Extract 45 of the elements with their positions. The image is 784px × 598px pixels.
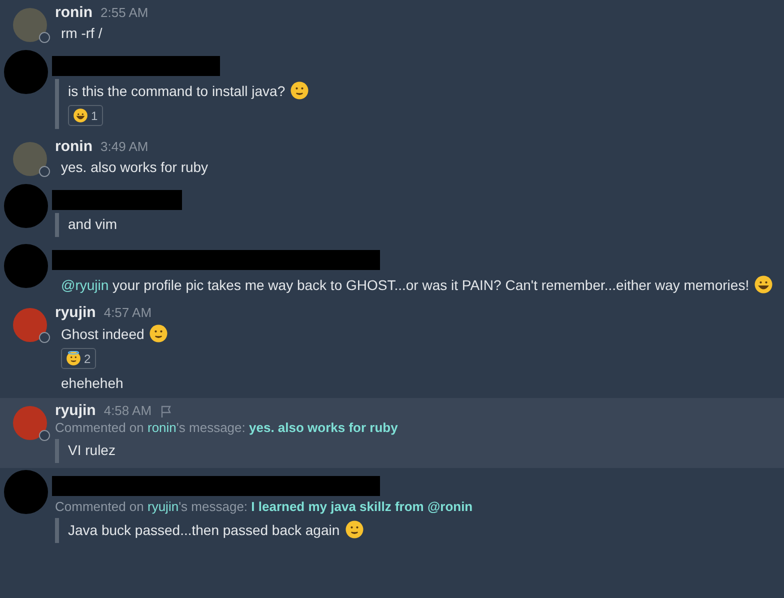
redacted-avatar bbox=[4, 244, 48, 288]
timestamp: 4:58 AM bbox=[104, 403, 152, 418]
message-text: VI rulez bbox=[68, 442, 116, 458]
smile-emoji-icon bbox=[149, 324, 168, 343]
message-text: eheheheh bbox=[61, 375, 124, 391]
reaction-button[interactable]: 1 bbox=[68, 105, 103, 126]
comment-line: Commented on ryujin's message: I learned my java skillz from @ronin bbox=[55, 499, 474, 514]
message-text: @ryujin your profile pic takes me way back to GHOST...or was it PAIN? Can't remember...either way memories! bbox=[61, 277, 750, 293]
timestamp: 4:57 AM bbox=[104, 305, 152, 320]
status-ring-icon bbox=[38, 430, 50, 441]
author-name[interactable]: ryujin bbox=[55, 304, 96, 321]
message-link[interactable]: I learned my java skillz from @ronin bbox=[251, 499, 473, 514]
smile-emoji-icon bbox=[290, 81, 310, 100]
message-text: is this the command to install java? bbox=[68, 83, 286, 99]
message-text: Java buck passed...then passed back again bbox=[68, 522, 340, 538]
smile-emoji-icon bbox=[344, 520, 364, 539]
user-link[interactable]: ryujin bbox=[148, 499, 179, 514]
status-ring-icon bbox=[38, 32, 50, 43]
timestamp: 2:55 AM bbox=[100, 5, 148, 20]
reaction-button[interactable]: 2 bbox=[61, 348, 96, 369]
status-ring-icon bbox=[38, 332, 50, 343]
mention-link[interactable]: @ryujin bbox=[61, 277, 109, 293]
grin-emoji-icon bbox=[754, 275, 774, 294]
timestamp: 3:49 AM bbox=[100, 139, 148, 154]
user-link[interactable]: ronin bbox=[148, 420, 176, 435]
message-text: rm -rf / bbox=[61, 25, 102, 41]
status-ring-icon bbox=[38, 166, 50, 177]
message-text: yes. also works for ruby bbox=[61, 159, 208, 175]
halo-emoji-icon bbox=[66, 351, 81, 366]
redacted-avatar bbox=[4, 184, 48, 228]
message-text: and vim bbox=[68, 216, 118, 232]
avatar[interactable] bbox=[12, 308, 46, 342]
message-link[interactable]: yes. also works for ruby bbox=[249, 420, 398, 435]
avatar[interactable] bbox=[12, 406, 46, 440]
author-name[interactable]: ryujin bbox=[55, 402, 96, 419]
comment-line: Commented on ronin's message: yes. also works for ruby bbox=[55, 420, 399, 435]
avatar[interactable] bbox=[12, 142, 46, 176]
laugh-emoji-icon bbox=[73, 108, 88, 123]
message-text: Ghost indeed bbox=[61, 326, 144, 342]
author-name[interactable]: ronin bbox=[55, 4, 92, 21]
author-name[interactable]: ronin bbox=[55, 138, 92, 155]
avatar[interactable] bbox=[12, 8, 46, 42]
redacted-avatar bbox=[4, 470, 48, 514]
flag-icon[interactable] bbox=[160, 404, 173, 418]
redacted-avatar bbox=[4, 50, 48, 94]
